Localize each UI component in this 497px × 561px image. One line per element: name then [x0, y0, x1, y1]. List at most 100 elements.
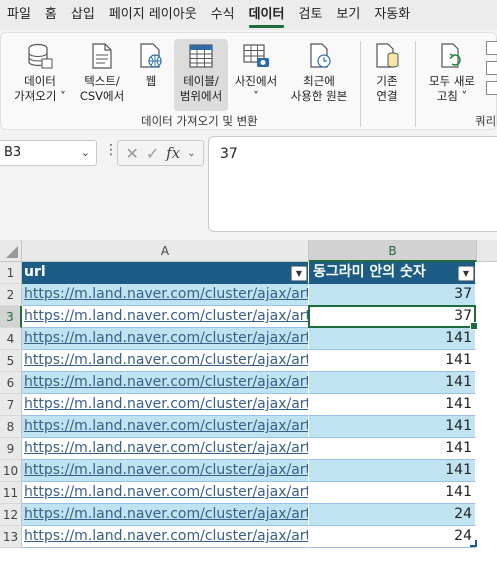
table-resize-handle[interactable] [470, 540, 477, 547]
name-box[interactable]: B3 ⌄ [0, 140, 97, 166]
column-header-c[interactable] [477, 240, 497, 262]
cancel-icon[interactable]: ✕ [125, 144, 138, 163]
chevron-down-icon[interactable]: ⌄ [81, 141, 90, 165]
row-header-10[interactable]: 10 [0, 460, 22, 482]
count-cell[interactable]: 141 [309, 482, 476, 504]
refresh-icon [441, 43, 461, 68]
tab-automate[interactable]: 자동화 [367, 0, 417, 30]
group-separator-2 [415, 41, 416, 127]
from-picture-button[interactable]: 사진에서 ˅ [230, 39, 282, 111]
formula-bar: B3 ⌄ ⋮ ✕ ✓ fx ⌄ 37 [0, 132, 497, 240]
column-header-a[interactable]: A [22, 240, 309, 262]
row-header-5[interactable]: 5 [0, 350, 22, 372]
refresh-all-button[interactable]: 모두 새로 고침 ˅ [421, 39, 483, 111]
row-header-2[interactable]: 2 [0, 284, 22, 306]
row-header-3[interactable]: 3 [0, 306, 22, 328]
count-cell[interactable]: 37 [309, 306, 476, 328]
row-header-7[interactable]: 7 [0, 394, 22, 416]
recent-sources-icon [310, 43, 331, 68]
url-cell[interactable]: https://m.land.naver.com/cluster/ajax/ar… [22, 504, 309, 526]
web-page-icon [140, 43, 162, 68]
from-table-range-button[interactable]: 테이블/ 범위에서 [174, 39, 228, 111]
url-cell[interactable]: https://m.land.naver.com/cluster/ajax/ar… [22, 328, 309, 350]
table-header-url[interactable]: url [22, 262, 309, 284]
row-header-13[interactable]: 13 [0, 526, 22, 548]
count-cell[interactable]: 141 [309, 438, 476, 460]
row-header-4[interactable]: 4 [0, 328, 22, 350]
from-text-csv-label-1: 텍스트/ [84, 74, 120, 88]
picture-table-icon [243, 44, 269, 67]
row-header-11[interactable]: 11 [0, 482, 22, 504]
count-cell[interactable]: 141 [309, 372, 476, 394]
group-label-queries: 쿼리 [475, 114, 497, 128]
refresh-all-label-1: 모두 새로 [429, 74, 475, 88]
name-box-value: B3 [4, 145, 22, 160]
edit-links-icon[interactable] [486, 81, 497, 95]
from-picture-label-1: 사진에서 [234, 74, 278, 88]
filter-dropdown-url[interactable]: ▼ [291, 266, 307, 281]
count-cell[interactable]: 141 [309, 350, 476, 372]
existing-connections-label-2: 연결 [376, 89, 398, 103]
filter-dropdown-count[interactable]: ▼ [458, 266, 474, 281]
row-header-12[interactable]: 12 [0, 504, 22, 526]
from-web-button[interactable]: 웹 [131, 39, 171, 111]
url-cell[interactable]: https://m.land.naver.com/cluster/ajax/ar… [22, 482, 309, 504]
count-cell[interactable]: 24 [309, 526, 476, 548]
url-cell[interactable]: https://m.land.naver.com/cluster/ajax/ar… [22, 460, 309, 482]
count-cell[interactable]: 141 [309, 416, 476, 438]
url-cell[interactable]: https://m.land.naver.com/cluster/ajax/ar… [22, 526, 309, 548]
get-data-button[interactable]: 데이터 가져오기 ˅ [7, 39, 73, 111]
properties-icon[interactable] [486, 61, 497, 75]
existing-connections-button[interactable]: 기존 연결 [365, 39, 409, 111]
get-data-label-1: 데이터 [24, 74, 56, 88]
url-cell[interactable]: https://m.land.naver.com/cluster/ajax/ar… [22, 416, 309, 438]
queries-icon[interactable] [486, 41, 497, 55]
url-cell[interactable]: https://m.land.naver.com/cluster/ajax/ar… [22, 394, 309, 416]
recent-sources-label-1: 최근에 [303, 74, 335, 88]
row-header-1[interactable]: 1 [0, 262, 22, 284]
count-cell[interactable]: 24 [309, 504, 476, 526]
formula-input[interactable]: 37 [208, 136, 497, 232]
tab-view[interactable]: 보기 [329, 0, 367, 30]
url-cell[interactable]: https://m.land.naver.com/cluster/ajax/ar… [22, 306, 309, 328]
row-header-8[interactable]: 8 [0, 416, 22, 438]
menu-bar: 파일 홈 삽입 페이지 레이아웃 수식 데이터 검토 보기 자동화 [0, 0, 497, 30]
url-cell[interactable]: https://m.land.naver.com/cluster/ajax/ar… [22, 438, 309, 460]
recent-sources-button[interactable]: 최근에 사용한 원본 [284, 39, 354, 111]
tab-formulas[interactable]: 수식 [204, 0, 242, 30]
from-text-csv-label-2: CSV에서 [79, 89, 125, 103]
from-text-csv-button[interactable]: 텍스트/ CSV에서 [75, 39, 129, 111]
group-separator [360, 41, 361, 127]
small-icon-stack [486, 41, 497, 95]
tab-home[interactable]: 홈 [38, 0, 64, 30]
spreadsheet-grid: A B 1 url 동그라미 안의 숫자 ▼ ▼ 2 https://m.land.nave… [0, 240, 497, 561]
get-data-label-2: 가져오기 ˅ [14, 89, 66, 103]
existing-connections-icon [376, 43, 399, 68]
table-icon [189, 44, 213, 68]
url-cell[interactable]: https://m.land.naver.com/cluster/ajax/ar… [22, 284, 309, 306]
tab-review[interactable]: 검토 [291, 0, 329, 30]
tab-page-layout[interactable]: 페이지 레이아웃 [102, 0, 204, 30]
from-table-range-label-1: 테이블/ [183, 74, 219, 88]
insert-function-icon[interactable]: fx [166, 144, 180, 162]
table-header-count[interactable]: 동그라미 안의 숫자 [309, 262, 476, 284]
database-icon [28, 43, 53, 69]
column-header-b[interactable]: B [309, 240, 477, 262]
more-options-icon[interactable]: ⋮ [104, 142, 118, 158]
tab-data[interactable]: 데이터 [242, 0, 292, 30]
tab-insert[interactable]: 삽입 [64, 0, 102, 30]
count-cell[interactable]: 141 [309, 328, 476, 350]
from-web-label: 웹 [145, 74, 157, 88]
select-all-button[interactable] [0, 240, 22, 262]
url-cell[interactable]: https://m.land.naver.com/cluster/ajax/ar… [22, 350, 309, 372]
row-header-6[interactable]: 6 [0, 372, 22, 394]
expand-icon[interactable]: ⌄ [187, 148, 195, 159]
tab-file[interactable]: 파일 [0, 0, 38, 30]
count-cell[interactable]: 37 [309, 284, 476, 306]
row-header-9[interactable]: 9 [0, 438, 22, 460]
count-cell[interactable]: 141 [309, 394, 476, 416]
url-cell[interactable]: https://m.land.naver.com/cluster/ajax/ar… [22, 372, 309, 394]
confirm-icon[interactable]: ✓ [146, 144, 159, 163]
group-label-get-transform: 데이터 가져오기 및 변환 [141, 114, 258, 128]
count-cell[interactable]: 141 [309, 460, 476, 482]
